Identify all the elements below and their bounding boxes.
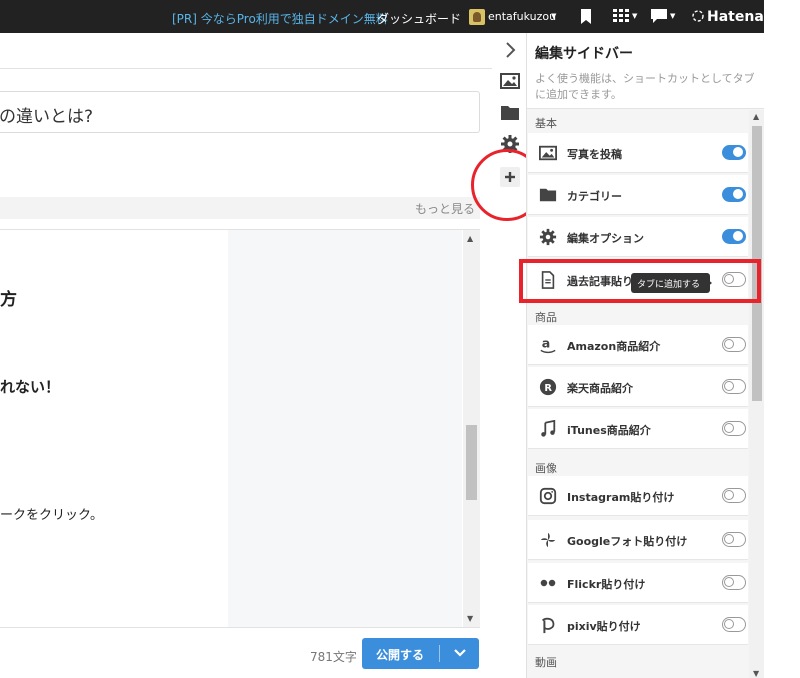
sidebar-item-label: iTunes商品紹介	[567, 424, 651, 437]
publish-button[interactable]: 公開する	[362, 638, 479, 669]
svg-text:R: R	[544, 383, 552, 394]
sidebar-item-label: Flickr貼り付け	[567, 578, 646, 591]
sidebar-tab-strip	[492, 33, 526, 678]
sidebar-item-edit-options[interactable]: 編集オプション	[528, 217, 748, 257]
sidebar-item-pixiv[interactable]: pixiv貼り付け	[528, 605, 748, 645]
scroll-up-arrow-icon[interactable]: ▲	[467, 234, 473, 243]
photo-icon[interactable]	[500, 71, 520, 91]
amazon-icon: a	[539, 336, 557, 354]
folder-icon[interactable]	[500, 103, 520, 123]
body-scrollbar[interactable]: ▲ ▼	[463, 230, 480, 627]
toggle-switch[interactable]	[722, 145, 746, 160]
sidebar-item-google-photos[interactable]: Googleフォト貼り付け	[528, 520, 748, 560]
char-count: 781文字	[310, 650, 357, 664]
chevron-down-icon: ▼	[670, 12, 676, 20]
section-label-basic: 基本	[535, 117, 557, 130]
rakuten-icon: R	[539, 378, 557, 396]
toggle-switch[interactable]	[722, 379, 746, 394]
annotation-highlight-box	[519, 259, 761, 303]
toggle-switch[interactable]	[722, 488, 746, 503]
toggle-switch[interactable]	[722, 532, 746, 547]
sidebar-item-label: pixiv貼り付け	[567, 620, 641, 633]
toggle-switch[interactable]	[722, 617, 746, 632]
sidebar-header: 編集サイドバー よく使う機能は、ショートカットとしてタブに追加できます。	[527, 33, 764, 109]
toggle-switch[interactable]	[722, 229, 746, 244]
more-link[interactable]: もっと見る	[415, 200, 475, 217]
scroll-down-arrow-icon[interactable]: ▼	[467, 614, 473, 623]
body-text-line: ークをクリック。	[0, 508, 103, 523]
hatena-blog-editor: [PR] 今ならPro利用で独自ドメイン無料 ダッシュボード entafukuz…	[0, 0, 800, 678]
hatena-brand[interactable]: Hatena	[707, 9, 764, 25]
page-right-gutter	[764, 0, 800, 678]
body-editor[interactable]: 方 れない！ ークをクリック。 ▲ ▼	[0, 229, 480, 628]
collapse-chevron-icon[interactable]	[500, 40, 520, 60]
sidebar-item-label: カテゴリー	[567, 190, 622, 203]
sidebar-item-label: 楽天商品紹介	[567, 382, 633, 395]
bookmark-icon[interactable]	[580, 9, 592, 27]
toggle-switch[interactable]	[722, 337, 746, 352]
toggle-switch[interactable]	[722, 187, 746, 202]
sidebar-item-category[interactable]: カテゴリー	[528, 175, 748, 215]
body-scroll-thumb[interactable]	[466, 425, 477, 500]
photo-icon	[539, 144, 557, 162]
sidebar-description: よく使う機能は、ショートカットとしてタブに追加できます。	[535, 72, 755, 101]
folder-icon	[539, 186, 557, 204]
sidebar-item-label: 写真を投稿	[567, 148, 622, 161]
publish-button-label: 公開する	[376, 648, 425, 662]
editor-toolbar	[0, 33, 492, 69]
sidebar-item-label: Googleフォト貼り付け	[567, 535, 688, 548]
more-bar: もっと見る	[0, 197, 480, 219]
flickr-icon	[539, 574, 557, 592]
apps-grid-icon[interactable]	[613, 9, 629, 26]
sidebar-item-flickr[interactable]: Flickr貼り付け	[528, 563, 748, 603]
toggle-switch[interactable]	[722, 575, 746, 590]
chevron-down-icon: ▼	[632, 12, 638, 20]
publish-divider	[439, 645, 440, 662]
sidebar-item-label: Amazon商品紹介	[567, 340, 661, 353]
section-label-images: 画像	[535, 462, 557, 475]
scroll-down-arrow-icon[interactable]: ▼	[753, 669, 759, 678]
section-label-products: 商品	[535, 311, 557, 324]
user-menu[interactable]: entafukuzou	[488, 10, 556, 23]
instagram-icon	[539, 487, 557, 505]
sidebar-item-instagram[interactable]: Instagram貼り付け	[528, 476, 748, 516]
sidebar-item-amazon[interactable]: a Amazon商品紹介	[528, 325, 748, 365]
toggle-switch[interactable]	[722, 421, 746, 436]
hatena-logo-icon	[692, 10, 704, 25]
chevron-down-icon[interactable]	[452, 643, 468, 661]
scroll-up-arrow-icon[interactable]: ▲	[753, 112, 759, 121]
sidebar-item-photo[interactable]: 写真を投稿	[528, 133, 748, 173]
music-note-icon	[539, 419, 557, 438]
pixiv-icon	[539, 616, 557, 634]
sidebar-item-itunes[interactable]: iTunes商品紹介	[528, 409, 748, 449]
pro-promo-link[interactable]: [PR] 今ならPro利用で独自ドメイン無料	[172, 10, 388, 27]
sidebar-item-rakuten[interactable]: R 楽天商品紹介	[528, 367, 748, 407]
top-nav-bar: [PR] 今ならPro利用で独自ドメイン無料 ダッシュボード entafukuz…	[0, 0, 764, 33]
body-heading: 方	[0, 290, 17, 310]
svg-text:a: a	[542, 336, 551, 351]
avatar[interactable]	[469, 9, 485, 25]
body-subheading: れない！	[0, 378, 61, 396]
gear-icon	[539, 228, 557, 246]
sidebar-item-label: Instagram貼り付け	[567, 491, 675, 504]
section-label-video: 動画	[535, 656, 557, 669]
google-photos-icon	[539, 531, 557, 549]
dashboard-link[interactable]: ダッシュボード	[377, 10, 461, 27]
sidebar-title: 編集サイドバー	[535, 46, 633, 62]
sidebar-item-label: 編集オプション	[567, 232, 644, 245]
body-preview-pane	[228, 230, 462, 627]
sidebar-scrollbar[interactable]: ▲ ▼	[749, 110, 764, 678]
title-input[interactable]: の違いとは?	[0, 91, 480, 133]
chevron-down-icon: ▼	[551, 12, 557, 20]
comment-icon[interactable]	[651, 9, 667, 26]
title-input-value: の違いとは?	[0, 107, 94, 127]
edit-sidebar: 編集サイドバー よく使う機能は、ショートカットとしてタブに追加できます。 基本 …	[526, 33, 764, 678]
